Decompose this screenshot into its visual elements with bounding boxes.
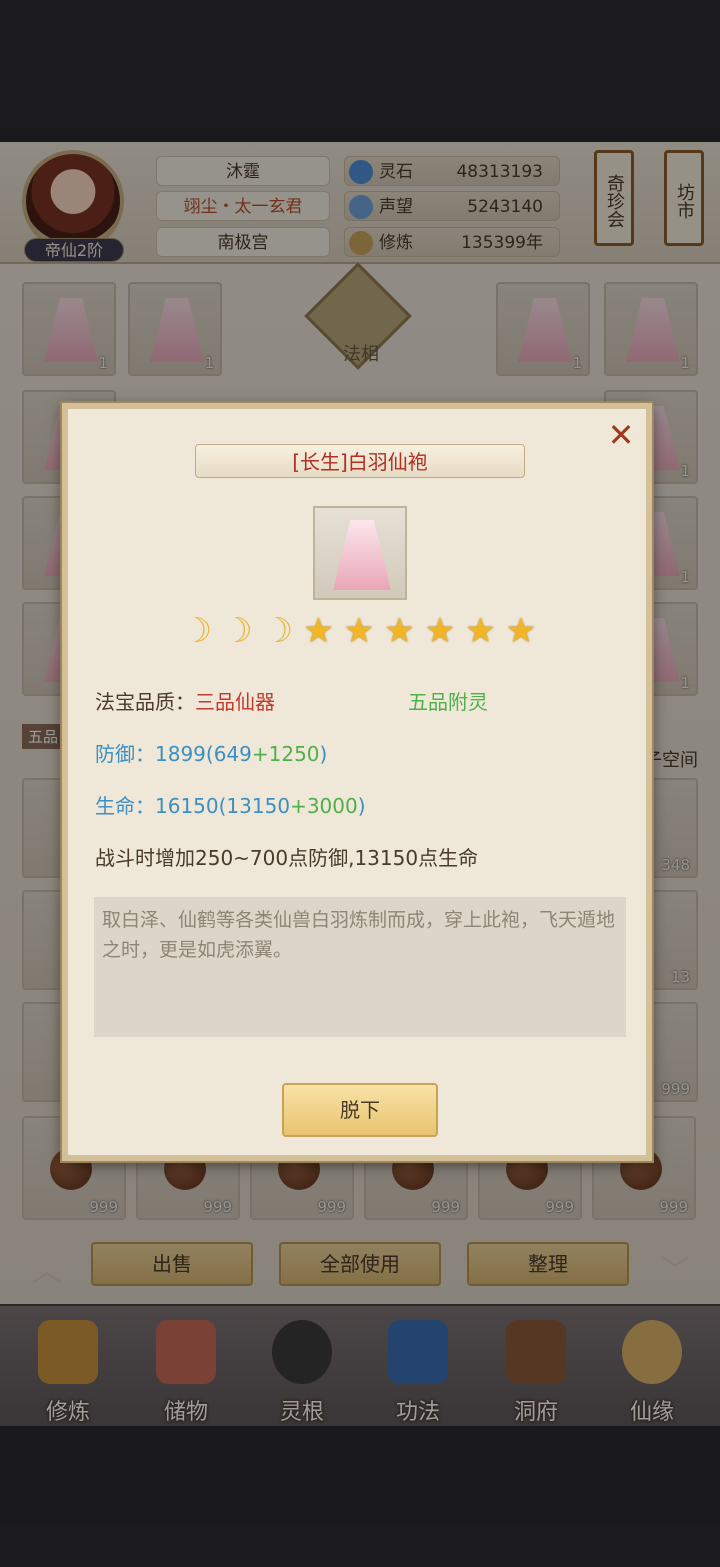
star-icon: ★ — [424, 611, 456, 651]
quality-value: 三品仙器 — [195, 690, 275, 714]
star-icon: ★ — [343, 611, 375, 651]
defense-label: 防御： — [95, 742, 155, 766]
life-row: 生命：16150(13150+3000) — [95, 790, 366, 819]
quality-label: 法宝品质： — [95, 690, 195, 714]
life-base: 16150(13150 — [155, 794, 291, 818]
moon-icon: ☽ — [262, 611, 294, 651]
defense-base: 1899(649 — [155, 742, 252, 766]
moon-icon: ☽ — [181, 611, 213, 651]
item-rating: ☽ ☽ ☽ ★ ★ ★ ★ ★ ★ — [178, 612, 548, 652]
star-icon: ★ — [505, 611, 537, 651]
item-title: [长生]白羽仙袍 — [195, 444, 525, 478]
star-icon: ★ — [303, 611, 334, 651]
defense-bonus: +1250 — [251, 742, 320, 766]
close-icon[interactable]: ✕ — [604, 418, 638, 452]
life-label: 生命： — [95, 794, 155, 818]
item-description: 取白泽、仙鹤等各类仙兽白羽炼制而成，穿上此袍，飞天遁地之时，更是如虎添翼。 — [94, 897, 626, 1037]
item-preview — [313, 506, 407, 600]
quality-row: 法宝品质：三品仙器 — [95, 686, 275, 715]
robe-icon — [333, 520, 391, 590]
battle-effect: 战斗时增加250~700点防御,13150点生命 — [95, 846, 479, 870]
star-icon: ★ — [384, 611, 415, 651]
life-bonus: +3000 — [290, 794, 358, 818]
take-off-button[interactable]: 脱下 — [282, 1083, 438, 1137]
defense-row: 防御：1899(649+1250) — [95, 738, 327, 767]
defense-close: ) — [319, 742, 328, 766]
moon-icon: ☽ — [222, 611, 253, 651]
star-icon: ★ — [465, 611, 496, 651]
spirit-tag: 五品附灵 — [408, 690, 488, 714]
life-close: ) — [357, 794, 366, 818]
